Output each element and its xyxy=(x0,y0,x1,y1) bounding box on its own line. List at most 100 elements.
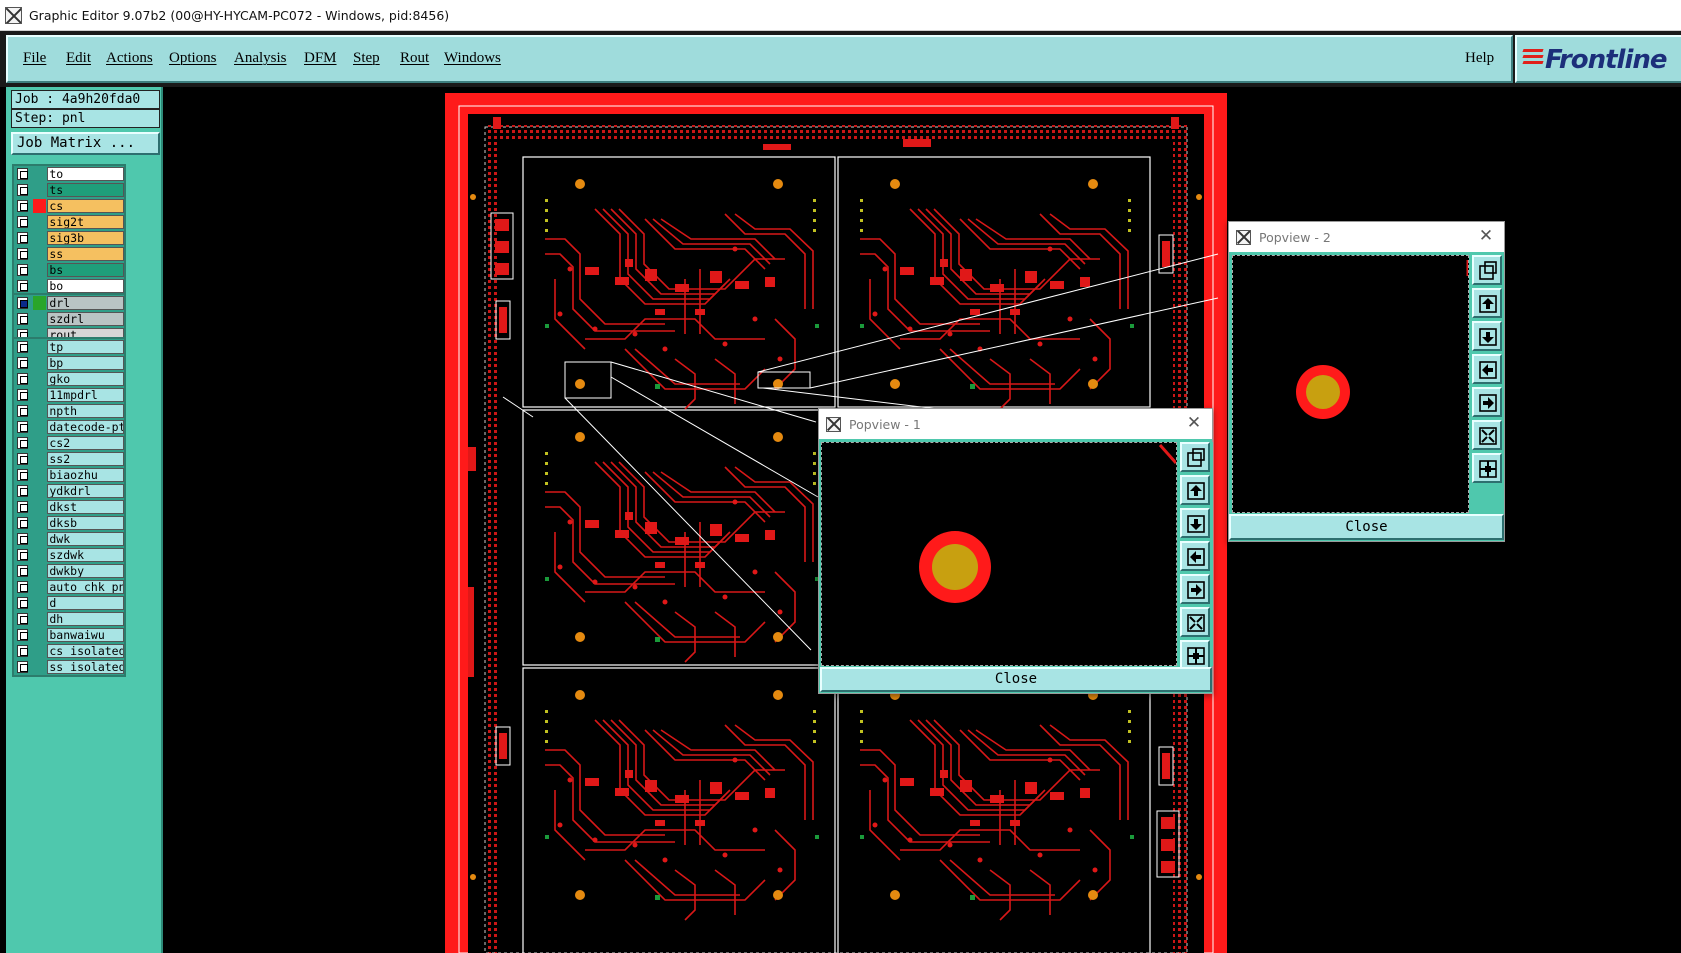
layer-active-indicator[interactable] xyxy=(33,500,46,514)
menu-file[interactable]: File xyxy=(23,50,46,67)
layer-row[interactable]: banwaiwu xyxy=(14,627,124,643)
layer-row[interactable]: sig3b xyxy=(14,230,124,246)
layer-checkbox[interactable] xyxy=(17,389,29,401)
layer-row[interactable]: bs xyxy=(14,262,124,278)
zoom-home-icon[interactable] xyxy=(1180,442,1210,472)
pan-right-icon[interactable] xyxy=(1180,574,1210,604)
pan-up-icon[interactable] xyxy=(1180,475,1210,505)
menu-step[interactable]: Step xyxy=(353,50,380,67)
job-matrix-button[interactable]: Job Matrix ... xyxy=(11,132,160,155)
layer-active-indicator[interactable] xyxy=(33,564,46,578)
layer-active-indicator[interactable] xyxy=(33,231,46,245)
layer-name[interactable]: to xyxy=(47,167,124,181)
layer-row[interactable]: bo xyxy=(14,278,124,294)
layer-active-indicator[interactable] xyxy=(33,580,46,594)
layer-row[interactable]: dksb xyxy=(14,515,124,531)
layer-name[interactable]: ss_isolated xyxy=(47,660,124,674)
layer-active-indicator[interactable] xyxy=(33,420,46,434)
layer-row[interactable]: szdwk xyxy=(14,547,124,563)
layer-active-indicator[interactable] xyxy=(33,388,46,402)
layer-checkbox[interactable] xyxy=(17,297,29,309)
layer-row[interactable]: gko xyxy=(14,371,124,387)
layer-row[interactable]: 11mpdrl xyxy=(14,387,124,403)
layer-checkbox[interactable] xyxy=(17,357,29,369)
layer-name[interactable]: dkst xyxy=(47,500,124,514)
layer-checkbox[interactable] xyxy=(17,200,29,212)
layer-checkbox[interactable] xyxy=(17,421,29,433)
layer-checkbox[interactable] xyxy=(17,264,29,276)
layer-checkbox[interactable] xyxy=(17,565,29,577)
pan-right-icon[interactable] xyxy=(1472,387,1502,417)
layer-name[interactable]: auto_chk_pn xyxy=(47,580,124,594)
layer-name[interactable]: dh xyxy=(47,612,124,626)
layer-active-indicator[interactable] xyxy=(33,340,46,354)
layer-row[interactable]: drl xyxy=(14,295,124,311)
layer-name[interactable]: npth xyxy=(47,404,124,418)
layer-active-indicator[interactable] xyxy=(33,532,46,546)
layer-active-indicator[interactable] xyxy=(33,516,46,530)
layer-active-indicator[interactable] xyxy=(33,199,47,213)
layer-checkbox[interactable] xyxy=(17,661,29,673)
layer-row[interactable]: d xyxy=(14,595,124,611)
layer-name[interactable]: cs2 xyxy=(47,436,124,450)
layer-checkbox[interactable] xyxy=(17,405,29,417)
layer-active-indicator[interactable] xyxy=(33,183,46,197)
layer-name[interactable]: szdwk xyxy=(47,548,124,562)
layer-name[interactable]: bs xyxy=(47,263,124,277)
layer-checkbox[interactable] xyxy=(17,469,29,481)
layer-name[interactable]: cs_isolated xyxy=(47,644,124,658)
layer-checkbox[interactable] xyxy=(17,645,29,657)
layer-row[interactable]: szdrl xyxy=(14,311,124,327)
layer-name[interactable]: bo xyxy=(47,279,124,293)
menu-rout[interactable]: Rout xyxy=(400,50,429,67)
layer-active-indicator[interactable] xyxy=(33,628,46,642)
layer-row[interactable]: dwk xyxy=(14,531,124,547)
layer-name[interactable]: ts xyxy=(47,183,124,197)
layer-name[interactable]: 11mpdrl xyxy=(47,388,124,402)
layer-checkbox[interactable] xyxy=(17,597,29,609)
layer-row[interactable]: cs2 xyxy=(14,435,124,451)
layer-checkbox[interactable] xyxy=(17,517,29,529)
pan-up-icon[interactable] xyxy=(1472,288,1502,318)
menu-dfm[interactable]: DFM xyxy=(304,50,337,67)
menu-options[interactable]: Options xyxy=(169,50,217,67)
layer-name[interactable]: dwk xyxy=(47,532,124,546)
layer-name[interactable]: sig3b xyxy=(47,231,124,245)
layer-row[interactable]: ss xyxy=(14,246,124,262)
layer-checkbox[interactable] xyxy=(17,485,29,497)
layer-row[interactable]: dwkby xyxy=(14,563,124,579)
layer-name[interactable]: drl xyxy=(47,296,124,310)
layer-row[interactable]: npth xyxy=(14,403,124,419)
layer-row[interactable]: to xyxy=(14,166,124,182)
layer-row[interactable]: sig2t xyxy=(14,214,124,230)
layer-checkbox[interactable] xyxy=(17,184,29,196)
layer-row[interactable]: bp xyxy=(14,355,124,371)
layer-active-indicator[interactable] xyxy=(33,279,46,293)
layer-checkbox[interactable] xyxy=(17,280,29,292)
popview-1-viewport[interactable] xyxy=(821,442,1178,666)
layer-row[interactable]: dkst xyxy=(14,499,124,515)
layer-active-indicator[interactable] xyxy=(33,167,46,181)
layer-active-indicator[interactable] xyxy=(33,312,46,326)
layer-row[interactable]: datecode-pt xyxy=(14,419,124,435)
layer-checkbox[interactable] xyxy=(17,313,29,325)
menu-analysis[interactable]: Analysis xyxy=(234,50,287,67)
layer-name[interactable]: bp xyxy=(47,356,124,370)
layer-checkbox[interactable] xyxy=(17,341,29,353)
layer-name[interactable]: szdrl xyxy=(47,312,124,326)
layer-row[interactable]: ydkdrl xyxy=(14,483,124,499)
layer-checkbox[interactable] xyxy=(17,613,29,625)
layer-active-indicator[interactable] xyxy=(33,215,46,229)
layer-name[interactable]: d xyxy=(47,596,124,610)
zoom-out-icon[interactable] xyxy=(1472,453,1502,483)
layer-checkbox[interactable] xyxy=(17,232,29,244)
layer-name[interactable]: dwkby xyxy=(47,564,124,578)
pan-down-icon[interactable] xyxy=(1180,508,1210,538)
layer-active-indicator[interactable] xyxy=(33,468,46,482)
layer-checkbox[interactable] xyxy=(17,216,29,228)
layer-name[interactable]: cs xyxy=(47,199,124,213)
pan-left-icon[interactable] xyxy=(1472,354,1502,384)
popview-1-close-button[interactable]: Close xyxy=(820,667,1212,692)
graphic-canvas[interactable]: Popview - 2 ✕ Close Popview - 1 ✕ Close xyxy=(163,87,1681,953)
pan-left-icon[interactable] xyxy=(1180,541,1210,571)
